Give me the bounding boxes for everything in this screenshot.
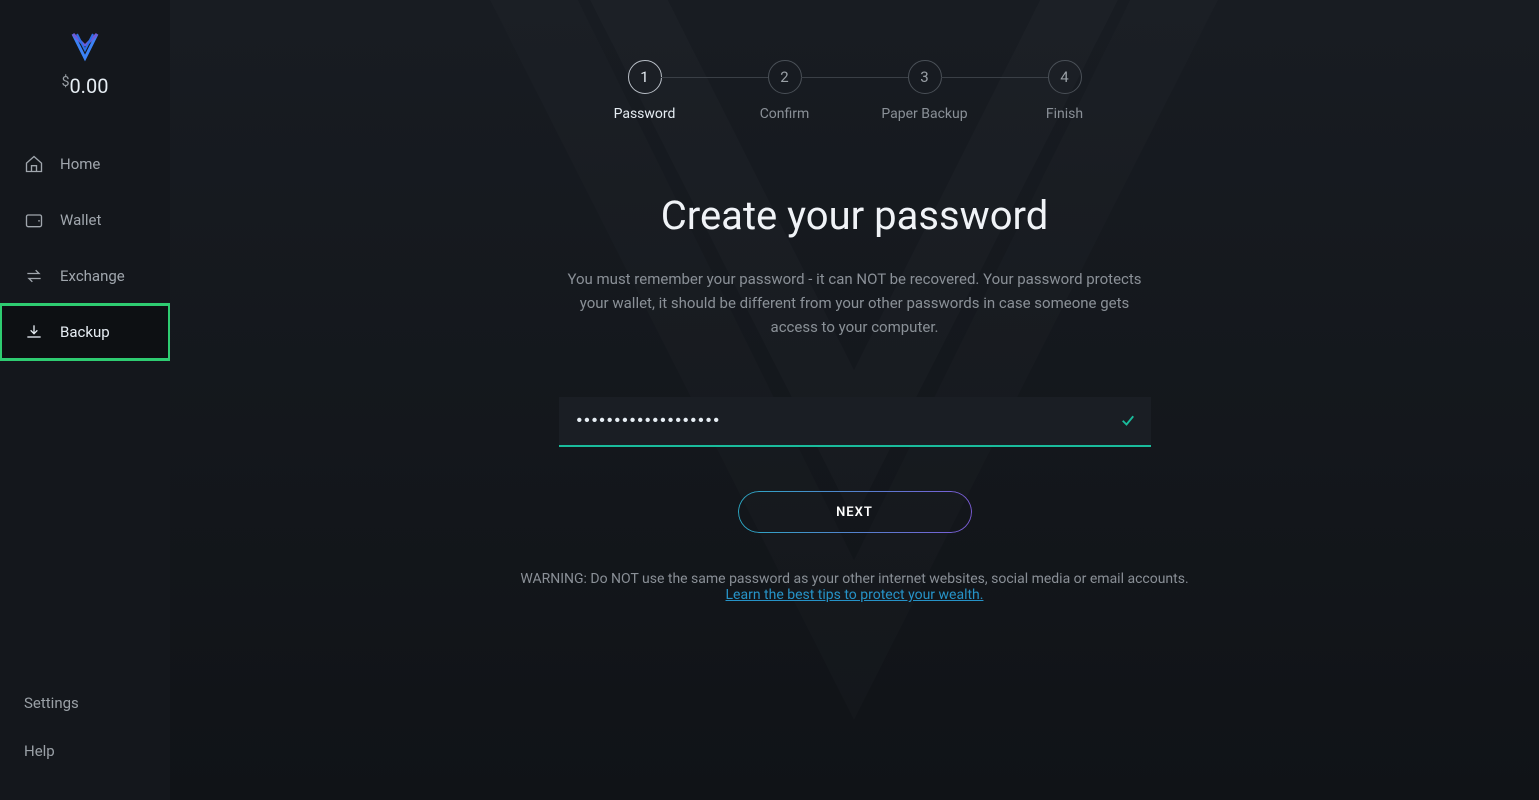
nav-help[interactable]: Help xyxy=(24,742,146,760)
sidebar: $0.00 Home Wallet Exchange Backup Settin… xyxy=(0,0,170,800)
page-title: Create your password xyxy=(661,192,1049,239)
warning-block: WARNING: Do NOT use the same password as… xyxy=(520,571,1188,603)
stepper: 1 Password 2 Confirm 3 Paper Backup 4 Fi… xyxy=(575,60,1135,122)
app-root: $0.00 Home Wallet Exchange Backup Settin… xyxy=(0,0,1539,800)
step-2-number: 2 xyxy=(768,60,802,94)
nav-wallet-label: Wallet xyxy=(60,211,101,229)
step-3-number: 3 xyxy=(908,60,942,94)
home-icon xyxy=(24,154,44,174)
balance-amount: 0.00 xyxy=(69,74,108,98)
exchange-icon xyxy=(24,266,44,286)
app-logo-icon xyxy=(67,28,103,64)
nav-settings[interactable]: Settings xyxy=(24,694,146,712)
warning-text: WARNING: Do NOT use the same password as… xyxy=(520,571,1188,587)
main: 1 Password 2 Confirm 3 Paper Backup 4 Fi… xyxy=(170,0,1539,800)
logo-block: $0.00 xyxy=(0,28,170,98)
backup-icon xyxy=(24,322,44,342)
sidebar-bottom: Settings Help xyxy=(0,694,170,800)
step-3-label: Paper Backup xyxy=(881,106,967,122)
nav-wallet[interactable]: Wallet xyxy=(0,192,170,248)
nav-backup[interactable]: Backup xyxy=(0,304,170,360)
nav-home[interactable]: Home xyxy=(0,136,170,192)
tips-link[interactable]: Learn the best tips to protect your weal… xyxy=(726,587,984,603)
step-confirm: 2 Confirm xyxy=(715,60,855,122)
step-1-label: Password xyxy=(614,106,676,122)
step-4-number: 4 xyxy=(1048,60,1082,94)
password-field-wrap xyxy=(559,397,1151,447)
step-finish: 4 Finish xyxy=(995,60,1135,122)
step-4-label: Finish xyxy=(1046,106,1083,122)
next-button[interactable]: NEXT xyxy=(738,491,972,533)
nav: Home Wallet Exchange Backup xyxy=(0,136,170,360)
nav-backup-label: Backup xyxy=(60,323,110,341)
check-icon xyxy=(1119,411,1137,433)
step-paper-backup: 3 Paper Backup xyxy=(855,60,995,122)
nav-home-label: Home xyxy=(60,155,100,173)
step-password: 1 Password xyxy=(575,60,715,122)
nav-exchange[interactable]: Exchange xyxy=(0,248,170,304)
password-input[interactable] xyxy=(559,397,1151,447)
wallet-icon xyxy=(24,210,44,230)
nav-exchange-label: Exchange xyxy=(60,267,125,285)
step-2-label: Confirm xyxy=(760,106,810,122)
page-description: You must remember your password - it can… xyxy=(555,267,1155,339)
step-1-number: 1 xyxy=(628,60,662,94)
balance: $0.00 xyxy=(62,74,109,98)
content: 1 Password 2 Confirm 3 Paper Backup 4 Fi… xyxy=(170,0,1539,800)
